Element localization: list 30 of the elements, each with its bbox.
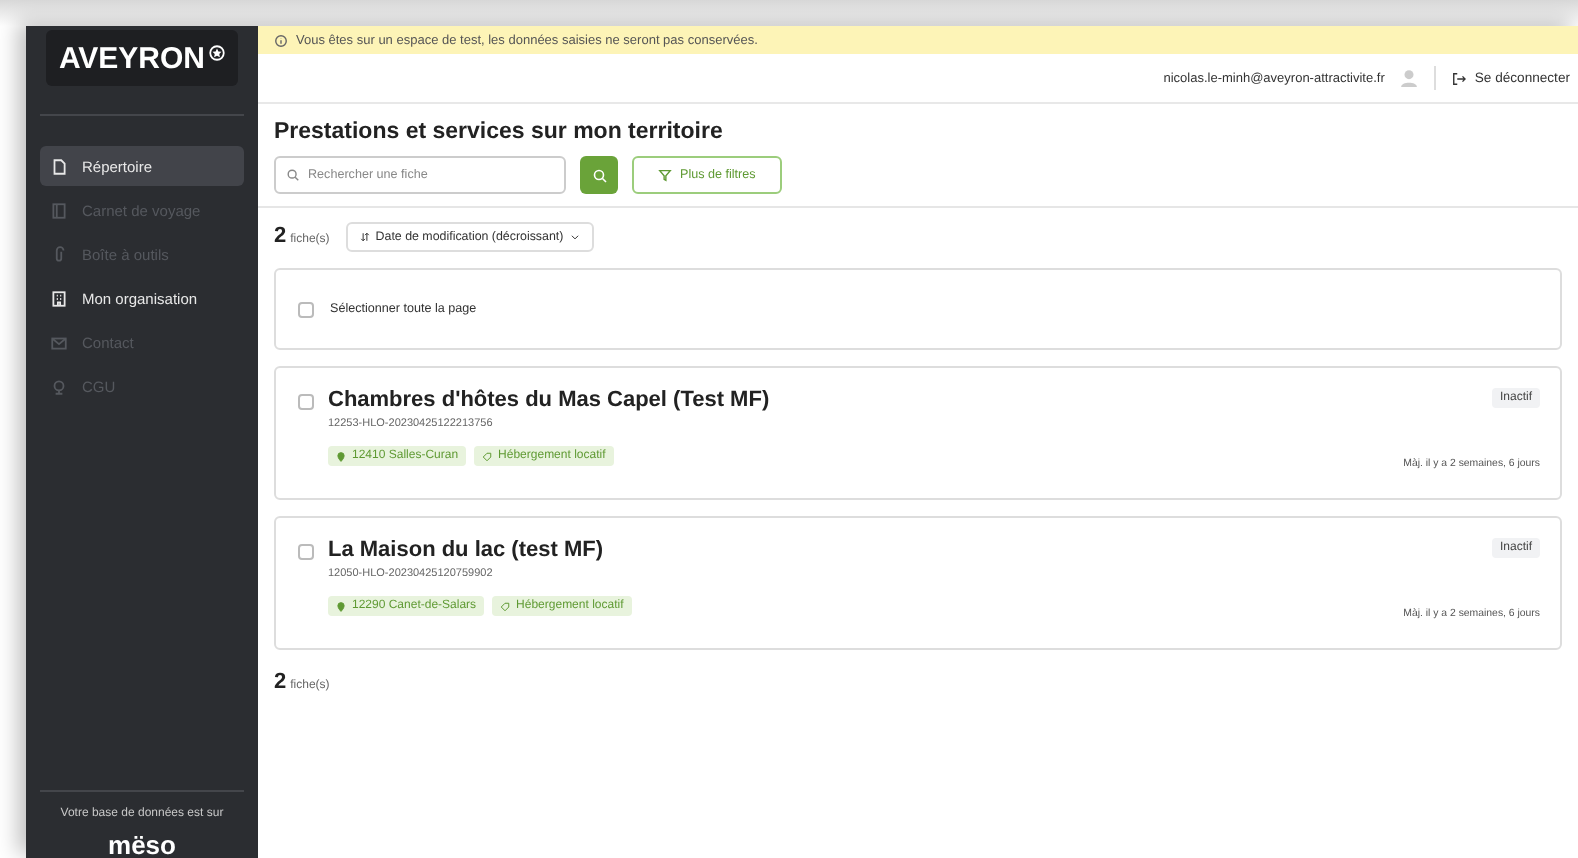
logout-icon — [1452, 71, 1467, 85]
tag-icon — [482, 451, 493, 461]
globe-icon — [50, 377, 68, 395]
filter-icon — [658, 168, 672, 182]
tag-icon — [500, 601, 511, 611]
record-title: Chambres d'hôtes du Mas Capel (Test MF) — [328, 388, 772, 412]
checkbox[interactable] — [298, 394, 314, 410]
logo: AVEYRON — [46, 30, 238, 86]
page-title: Prestations et services sur mon territoire — [274, 120, 725, 144]
mail-icon — [50, 333, 68, 351]
search-icon — [286, 168, 300, 182]
search-button[interactable] — [580, 156, 618, 194]
sort-icon — [359, 231, 370, 241]
pin-icon — [336, 451, 346, 461]
result-count: 2 — [274, 224, 287, 248]
checkbox[interactable] — [298, 301, 314, 317]
checkbox[interactable] — [298, 544, 314, 560]
record-title: La Maison du lac (test MF) — [328, 538, 606, 562]
chevron-down-icon — [569, 231, 580, 241]
file-icon — [50, 157, 68, 175]
pin-icon — [336, 601, 346, 611]
book-icon — [50, 201, 68, 219]
paperclip-icon — [50, 245, 68, 263]
star-icon — [207, 43, 226, 61]
result-count: 2 — [274, 670, 287, 694]
brand-logo: mëso — [108, 832, 176, 858]
info-icon — [274, 33, 288, 47]
building-icon — [50, 289, 68, 307]
avatar-icon — [1400, 68, 1419, 88]
search-icon — [591, 167, 607, 183]
